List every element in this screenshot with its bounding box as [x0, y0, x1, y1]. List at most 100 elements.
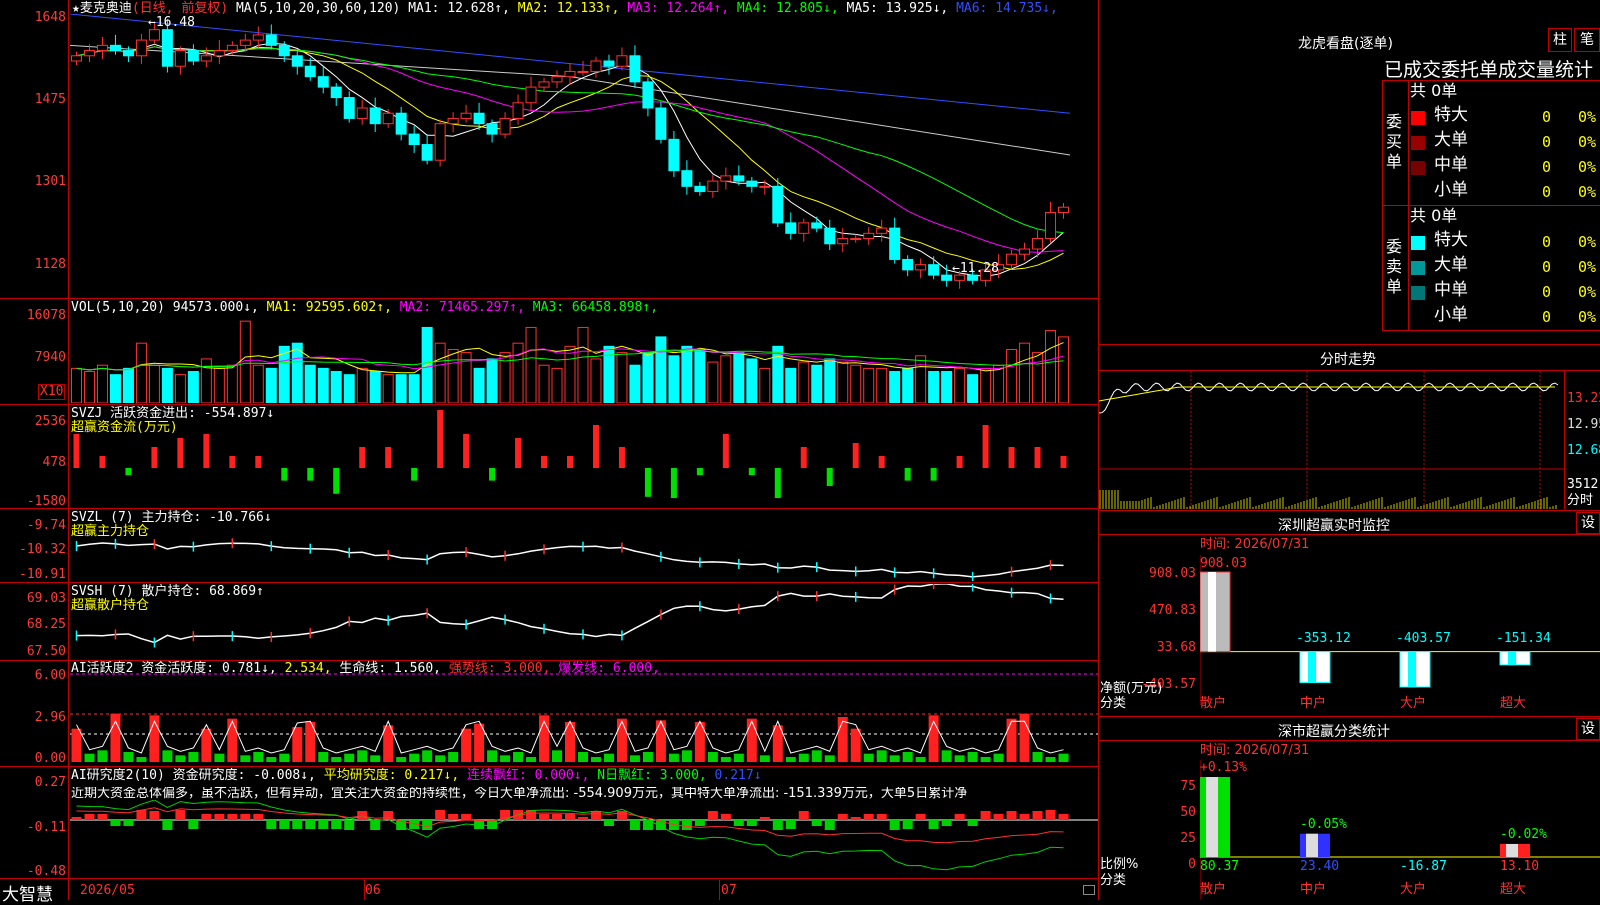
flow-bar	[515, 438, 522, 468]
sz-monitor-bar-shine	[1408, 651, 1416, 687]
research-bar	[565, 814, 575, 820]
volume-bar	[1058, 336, 1070, 403]
svzl-tick: -10.32	[19, 542, 66, 557]
research-bar	[253, 814, 264, 820]
sz-monitor-date: 时间: 2026/07/31	[1200, 537, 1310, 552]
activity-bar	[642, 752, 653, 762]
svzj-bars[interactable]	[70, 406, 1098, 507]
flow-bar	[489, 468, 496, 481]
ai-active-bars[interactable]	[70, 662, 1098, 765]
flow-bar	[411, 468, 418, 481]
brand-logo[interactable]: 大智慧	[2, 880, 53, 905]
activity-bar	[188, 752, 199, 762]
research-bar	[1006, 811, 1017, 820]
research-bar	[915, 814, 926, 820]
activity-bar	[240, 755, 251, 762]
candle-body	[317, 76, 329, 88]
sz-category-category: 大户	[1400, 882, 1427, 897]
candlestick-chart[interactable]	[70, 14, 1098, 296]
ai-research-tick: -0.48	[26, 864, 66, 879]
order-group-label: 委 卖 单	[1386, 237, 1403, 296]
volume-bar	[148, 364, 160, 403]
sz-monitor-bar-label: -353.12	[1296, 631, 1351, 646]
x-axis-label: 07	[721, 883, 737, 898]
activity-bar	[97, 750, 108, 762]
sz-monitor-bar-shine	[1508, 651, 1516, 665]
order-row-pct: 0%	[1578, 183, 1597, 201]
sz-category-settings-button[interactable]: 设	[1576, 718, 1600, 740]
order-row-label: 特大	[1434, 105, 1468, 125]
sz-category-bottom-label: 80.37	[1200, 859, 1240, 874]
research-bar	[746, 820, 757, 826]
candle-body	[421, 144, 433, 161]
price-tick: 1648	[34, 10, 66, 25]
order-row-count: 0	[1542, 258, 1552, 276]
order-row-pct: 0%	[1578, 133, 1597, 151]
ai-research-value: 平均研究度: 0.217↓,	[315, 768, 460, 783]
svzl-line[interactable]	[70, 510, 1098, 581]
research-bar	[681, 820, 692, 830]
activity-bar	[668, 753, 679, 762]
flow-bar	[1034, 447, 1041, 468]
candle-body	[226, 44, 238, 52]
volume-bar	[408, 374, 420, 403]
volume-bar	[70, 367, 82, 403]
research-line	[76, 800, 1064, 871]
research-bar	[590, 811, 601, 820]
flow-bar	[437, 410, 444, 468]
volume-bar	[590, 358, 602, 403]
research-bar	[577, 817, 588, 820]
volume-bar	[720, 355, 732, 403]
research-bar	[552, 814, 563, 820]
activity-bar	[513, 752, 524, 762]
flow-bar	[748, 468, 755, 476]
flow-bar	[826, 468, 833, 486]
sz-monitor-chart[interactable]	[1200, 555, 1600, 705]
svzj-tick: 2536	[34, 414, 66, 429]
candle-body	[707, 180, 719, 193]
sz-monitor-bar-label: -403.57	[1396, 631, 1451, 646]
volume-bars[interactable]	[70, 318, 1098, 403]
volume-bar	[382, 374, 394, 403]
tick-mode-button[interactable]: 笔	[1574, 28, 1600, 52]
research-avg-line	[76, 807, 1064, 844]
research-bar	[1032, 811, 1043, 820]
lock-icon[interactable]	[1083, 885, 1095, 895]
vol-value: MA2: 71465.297↑,	[399, 300, 533, 315]
flow-bar	[800, 447, 807, 468]
activity-bar	[214, 753, 225, 762]
research-bar	[889, 820, 900, 830]
order-total: 共 0单	[1410, 81, 1458, 100]
ai-research-comment: 近期大资金总体偏多，虽不活跃，但有异动，宜关注大资金的持续性，今日大单净流出: …	[71, 787, 968, 801]
svsh-line[interactable]	[70, 584, 1098, 659]
flow-bar	[307, 468, 314, 481]
ai-research-value: 0.217↓	[706, 768, 762, 783]
activity-bar	[707, 752, 718, 762]
candle-body	[486, 123, 498, 135]
candle-body	[161, 29, 173, 67]
flow-bar	[878, 456, 885, 468]
volume-bar	[343, 374, 355, 403]
order-group-label: 委 买 单	[1386, 112, 1403, 171]
candle-body	[395, 112, 407, 135]
research-bar	[876, 814, 887, 820]
research-bar	[214, 814, 225, 820]
ai-research-value: N日飘红: 3.000,	[589, 768, 707, 783]
candle-body	[70, 55, 82, 62]
intraday-chart[interactable]	[1099, 371, 1564, 509]
volume-bar	[96, 364, 108, 403]
sz-monitor-settings-button[interactable]: 设	[1576, 512, 1600, 534]
activity-bar	[720, 757, 731, 762]
research-bar	[331, 820, 342, 829]
volume-bar	[915, 355, 927, 403]
order-row-count: 0	[1542, 133, 1552, 151]
volume-bar	[681, 345, 693, 403]
order-swatch	[1411, 186, 1425, 200]
ai-research-chart[interactable]	[70, 800, 1098, 877]
bar-mode-button[interactable]: 柱	[1548, 28, 1572, 52]
flow-bar	[670, 468, 677, 498]
unit-badge[interactable]: X10	[38, 384, 66, 400]
volume-bar	[187, 371, 199, 403]
research-bar	[993, 814, 1004, 820]
volume-bar	[759, 367, 771, 403]
